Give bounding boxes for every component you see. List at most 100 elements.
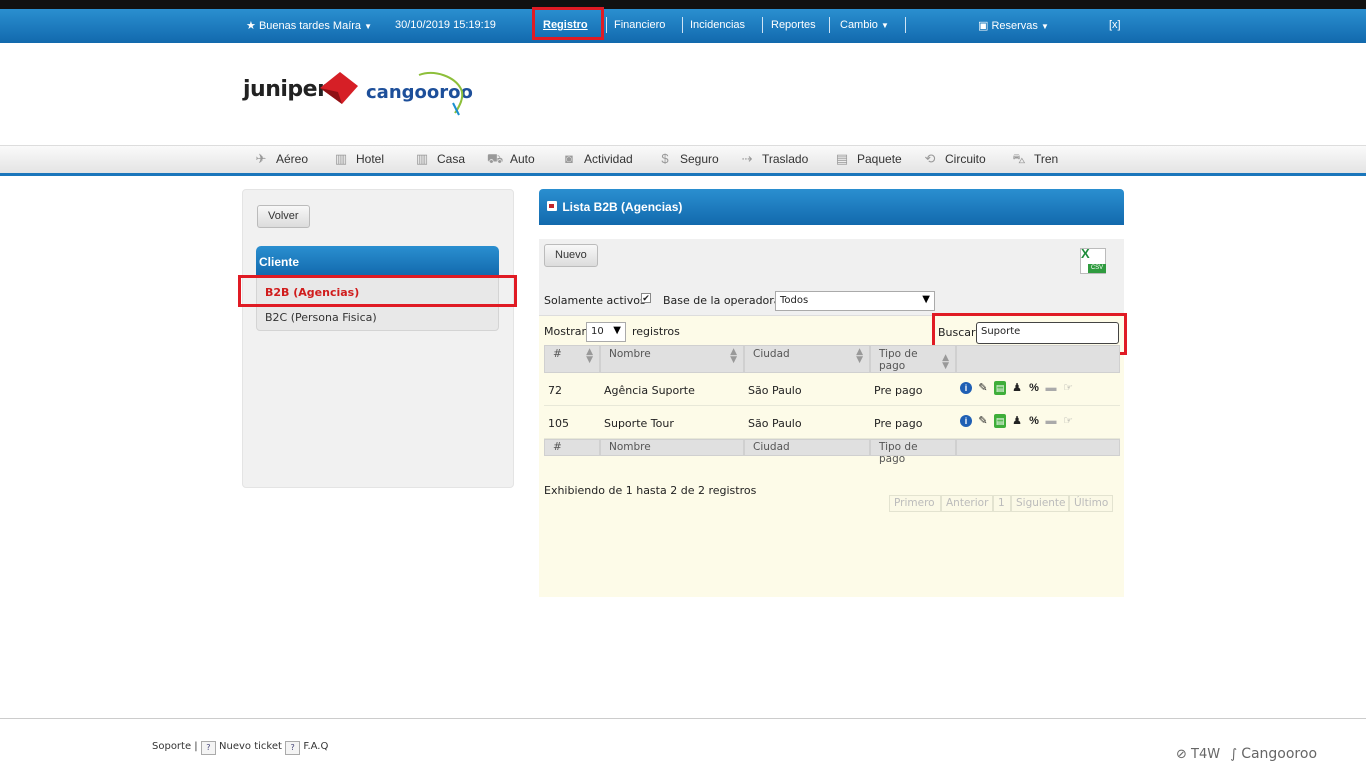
record-icon bbox=[547, 201, 557, 211]
top-strip bbox=[0, 0, 1366, 9]
highlight-box-b2b bbox=[238, 275, 517, 307]
csv-export-icon[interactable]: X CSV bbox=[1080, 246, 1106, 274]
clipboard-icon[interactable]: ▤ bbox=[994, 381, 1006, 395]
shuttle-icon: ⇢ bbox=[741, 151, 753, 166]
info-icon[interactable]: i bbox=[960, 382, 972, 394]
plane-icon: ✈ bbox=[255, 151, 267, 166]
divider bbox=[762, 17, 763, 33]
new-ticket-link[interactable]: Nuevo ticket bbox=[219, 741, 282, 752]
document-icon: ▣ bbox=[978, 20, 989, 32]
clipboard-icon[interactable]: ▤ bbox=[994, 414, 1006, 428]
base-operadora-select[interactable]: Todos ▼ bbox=[775, 291, 935, 311]
select-value: Todos bbox=[780, 295, 809, 306]
footer-divider bbox=[0, 718, 1366, 719]
csv-label: CSV bbox=[1088, 264, 1106, 273]
menu-reservas[interactable]: ▣ Reservas ▼ bbox=[978, 19, 1049, 32]
loop-icon: ⟲ bbox=[924, 151, 936, 166]
nav-tren[interactable]: ⛍ Tren bbox=[1010, 152, 1058, 167]
kangaroo-icon bbox=[418, 71, 464, 116]
divider bbox=[606, 17, 607, 33]
cell-payment: Pre pago bbox=[874, 384, 923, 397]
col-header-city[interactable]: Ciudad ▲ ▼ bbox=[744, 345, 870, 373]
nav-auto[interactable]: ⛟ Auto bbox=[486, 151, 535, 167]
datetime: 30/10/2019 15:19:19 bbox=[395, 19, 496, 31]
back-button[interactable]: Volver bbox=[257, 205, 310, 228]
only-active-label: Solamente activos bbox=[544, 294, 646, 307]
cell-id: 105 bbox=[548, 417, 569, 430]
percent-icon[interactable]: % bbox=[1028, 414, 1040, 428]
nav-actividad[interactable]: ◙ Actividad bbox=[560, 152, 633, 167]
user-icon[interactable]: ♟ bbox=[1011, 414, 1023, 428]
col-footer-payment: Tipo de pago bbox=[870, 439, 956, 465]
user-greeting-menu[interactable]: ★ Buenas tardes Maíra ▼ bbox=[246, 19, 372, 32]
footer-brands: ⊘ T4W ∫ Cangooroo bbox=[1176, 746, 1317, 762]
cell-city: São Paulo bbox=[748, 417, 802, 430]
cambio-label: Cambio bbox=[840, 19, 878, 31]
nav-label: Circuito bbox=[945, 152, 986, 166]
pager-next[interactable]: Siguiente bbox=[1011, 495, 1069, 512]
nav-aereo[interactable]: ✈ Aéreo bbox=[252, 151, 308, 167]
pager-page-1[interactable]: 1 bbox=[993, 495, 1011, 512]
cangooroo-mark-icon: ∫ bbox=[1230, 747, 1238, 762]
toolbar bbox=[539, 239, 1124, 287]
page-length-select[interactable]: 10 ▼ bbox=[586, 322, 626, 342]
new-button[interactable]: Nuevo bbox=[544, 244, 598, 267]
footer-links: Soporte | ? Nuevo ticket ? F.A.Q bbox=[152, 741, 328, 755]
col-footer-actions bbox=[956, 439, 1120, 456]
col-header-payment[interactable]: Tipo de pago ▲ ▼ bbox=[870, 345, 956, 373]
col-header-actions bbox=[956, 345, 1120, 373]
edit-pencil-icon[interactable]: ✎ bbox=[977, 414, 989, 428]
pager-last[interactable]: Último bbox=[1069, 495, 1113, 512]
nav-casa[interactable]: ▥ Casa bbox=[413, 151, 465, 167]
panel-header: Lista B2B (Agencias) bbox=[539, 189, 1124, 225]
hand-card-icon[interactable]: ☞ bbox=[1062, 381, 1074, 395]
logout-button[interactable]: [x] bbox=[1109, 19, 1121, 31]
nav-hotel[interactable]: ▥ Hotel bbox=[332, 152, 385, 167]
dropdown-arrow-icon: ▼ bbox=[922, 294, 930, 305]
menu-incidencias[interactable]: Incidencias bbox=[690, 19, 745, 31]
support-link[interactable]: Soporte bbox=[152, 741, 191, 752]
col-footer-city: Ciudad bbox=[744, 439, 870, 456]
percent-icon[interactable]: % bbox=[1028, 381, 1040, 395]
menu-cambio[interactable]: Cambio ▼ bbox=[840, 19, 889, 31]
info-icon[interactable]: i bbox=[960, 415, 972, 427]
sidebar-item-b2c[interactable]: B2C (Persona Fisica) bbox=[265, 311, 377, 324]
nav-underline bbox=[0, 173, 1366, 176]
nav-label: Auto bbox=[510, 152, 535, 166]
house-icon: ▥ bbox=[415, 151, 429, 166]
car-icon: ⛟ bbox=[486, 151, 504, 166]
sort-icon: ▲ ▼ bbox=[730, 347, 737, 365]
nav-circuito[interactable]: ⟲ Circuito bbox=[921, 151, 986, 167]
pager-first[interactable]: Primero bbox=[889, 495, 941, 512]
caret-down-icon: ▼ bbox=[880, 21, 889, 30]
edit-pencil-icon[interactable]: ✎ bbox=[977, 381, 989, 395]
user-icon[interactable]: ♟ bbox=[1011, 381, 1023, 395]
logo-area: juniper cangooroo bbox=[0, 43, 1366, 145]
pager-prev[interactable]: Anterior bbox=[941, 495, 993, 512]
product-nav: ✈ Aéreo ▥ Hotel ▥ Casa ⛟ Auto ◙ Actividad $ Se… bbox=[0, 145, 1366, 173]
menu-reportes[interactable]: Reportes bbox=[771, 19, 816, 31]
nav-seguro[interactable]: $ Seguro bbox=[656, 152, 718, 167]
nav-traslado[interactable]: ⇢ Traslado bbox=[738, 151, 809, 167]
nav-paquete[interactable]: ▤ Paquete bbox=[833, 152, 902, 167]
nav-label: Hotel bbox=[356, 152, 385, 166]
t4w-label: T4W bbox=[1191, 747, 1221, 762]
faq-link[interactable]: F.A.Q bbox=[303, 741, 328, 752]
only-active-checkbox[interactable]: ✔ bbox=[641, 293, 651, 303]
menu-financiero[interactable]: Financiero bbox=[614, 19, 665, 31]
sidebar bbox=[242, 189, 514, 488]
card-icon[interactable]: ▬ bbox=[1045, 381, 1057, 395]
sort-icon: ▲ ▼ bbox=[586, 347, 593, 365]
card-icon[interactable]: ▬ bbox=[1045, 414, 1057, 428]
help-icon: ? bbox=[285, 741, 301, 755]
help-icon: ? bbox=[200, 741, 216, 755]
cell-name: Suporte Tour bbox=[604, 417, 674, 430]
col-header-name[interactable]: Nombre ▲ ▼ bbox=[600, 345, 744, 373]
table-info: Exhibiendo de 1 hasta 2 de 2 registros bbox=[544, 484, 757, 497]
divider bbox=[829, 17, 830, 33]
cangooroo-label: Cangooroo bbox=[1241, 746, 1318, 762]
juniper-diamond-icon bbox=[320, 72, 358, 104]
t4w-logo-icon: ⊘ bbox=[1176, 747, 1187, 762]
col-header-id[interactable]: # ▲ ▼ bbox=[544, 345, 600, 373]
hand-card-icon[interactable]: ☞ bbox=[1062, 414, 1074, 428]
